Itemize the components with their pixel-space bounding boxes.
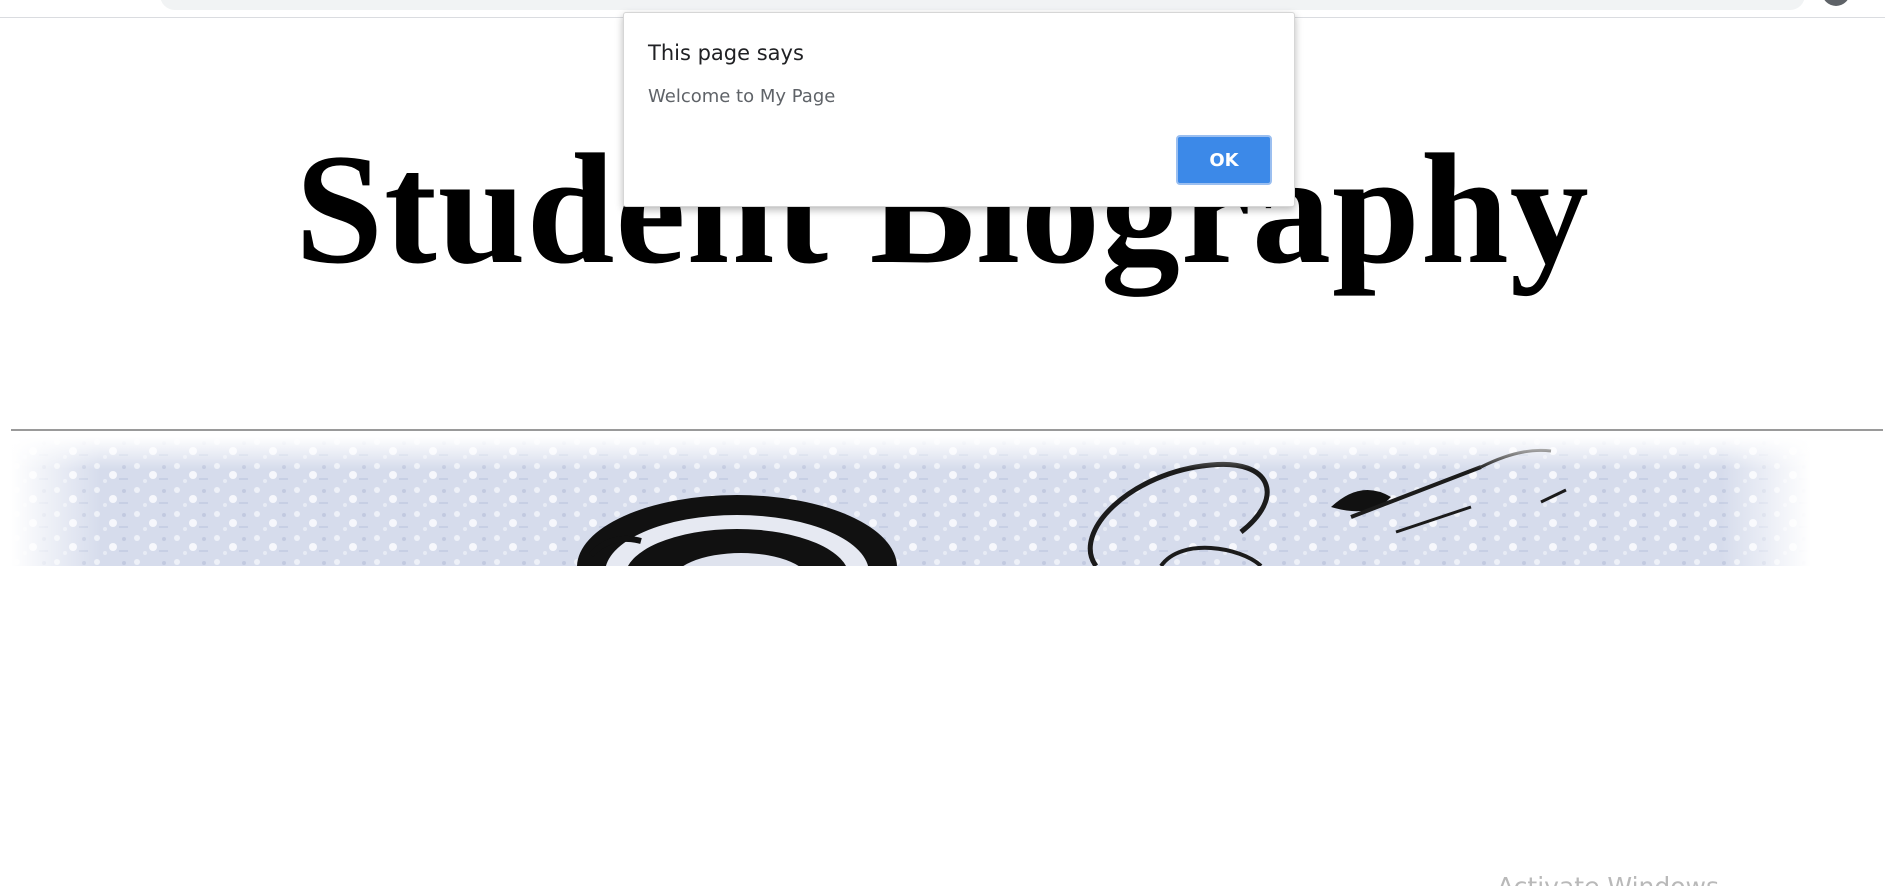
alert-dialog: This page says Welcome to My Page OK: [623, 12, 1295, 207]
banner-artwork: [11, 437, 1811, 566]
banner-image: [11, 437, 1811, 566]
alert-heading: This page says: [648, 41, 804, 65]
address-bar[interactable]: [160, 0, 1805, 10]
page-divider: [11, 429, 1883, 431]
ok-button[interactable]: OK: [1176, 135, 1272, 185]
alert-message: Welcome to My Page: [648, 86, 836, 107]
profile-avatar-icon[interactable]: [1822, 0, 1850, 6]
activate-windows-watermark: Activate Windows: [1497, 872, 1719, 886]
